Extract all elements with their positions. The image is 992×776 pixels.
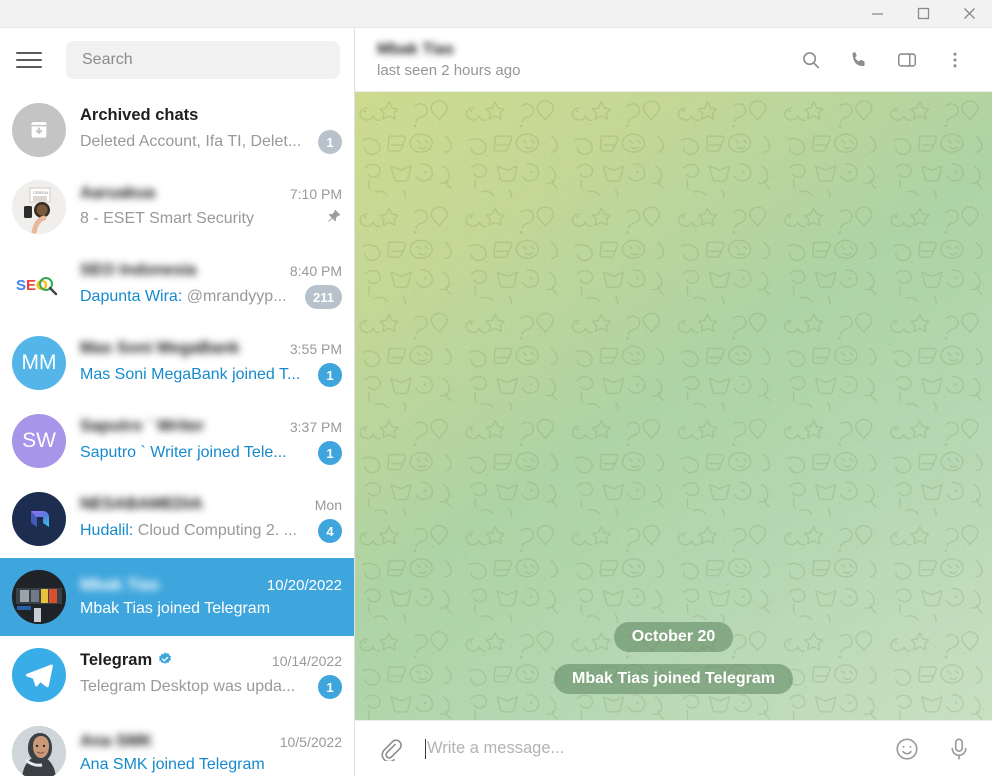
avatar — [12, 726, 66, 776]
search-placeholder: Search — [82, 51, 133, 68]
avatar: SW — [12, 414, 66, 468]
message-input-placeholder: Write a message... — [427, 739, 565, 757]
unread-badge: 1 — [318, 363, 342, 387]
unread-badge: 211 — [305, 285, 342, 309]
archived-unread-badge: 1 — [318, 130, 342, 154]
message-area: October 20 Mbak Tias joined Telegram — [355, 92, 992, 720]
unread-badge: 1 — [318, 441, 342, 465]
chat-name: Saputro ` Writer — [80, 417, 205, 435]
close-button[interactable] — [946, 0, 992, 27]
chat-row-content: Mas Soni MegaBank 3:55 PM Mas Soni MegaBan… — [80, 339, 342, 387]
svg-text:S: S — [16, 277, 26, 294]
date-divider: October 20 — [613, 622, 734, 652]
text-caret — [425, 738, 426, 759]
svg-text:E: E — [26, 277, 36, 294]
chat-timestamp: 7:10 PM — [289, 185, 342, 202]
chat-row-content: SEO Indonesia 8:40 PM Dapunta Wira: @mrand… — [80, 261, 342, 309]
avatar: CEREAL — [12, 180, 66, 234]
archived-preview: Deleted Account, Ifa TI, Delet... — [80, 133, 302, 150]
chat-preview: Ana SMK joined Telegram — [80, 756, 265, 773]
chat-timestamp: 8:40 PM — [289, 262, 342, 279]
pin-icon — [325, 208, 342, 230]
svg-text:CEREAL: CEREAL — [33, 190, 50, 195]
sidebar-toolbar: Search — [0, 28, 354, 92]
composer-actions — [892, 734, 974, 764]
chat-timestamp: 3:55 PM — [289, 340, 342, 357]
chat-list-item[interactable]: SW Saputro ` Writer 3:37 PM Saputro ` Write… — [0, 402, 354, 480]
chat-header-actions — [796, 45, 980, 75]
split-panel-icon[interactable] — [892, 45, 922, 75]
chat-pane: Mbak Tias last seen 2 hours ago October … — [355, 28, 992, 776]
verified-badge-icon — [159, 652, 172, 664]
avatar — [12, 570, 66, 624]
chat-list-item[interactable]: Ana SMK 10/5/2022 Ana SMK joined Telegram — [0, 714, 354, 776]
chat-header: Mbak Tias last seen 2 hours ago — [355, 28, 992, 92]
chat-status: last seen 2 hours ago — [377, 61, 521, 79]
main-body: Search Archived chats Deleted Account, I… — [0, 28, 992, 776]
minimize-button[interactable] — [854, 0, 900, 27]
chat-name: NESABAMEDIA — [80, 495, 203, 513]
chat-timestamp: 3:37 PM — [289, 418, 342, 435]
chat-name: Aaruakua — [80, 184, 156, 202]
chat-list-item[interactable]: CEREAL Aaruakua 7:10 PM 8 - ESET Smart Secu… — [0, 168, 354, 246]
smiley-icon[interactable] — [892, 734, 922, 764]
sidebar-item-archived-chats[interactable]: Archived chats Deleted Account, Ifa TI, … — [0, 92, 354, 168]
chat-row-content: NESABAMEDIA Mon Hudalil: Cloud Computing 2… — [80, 495, 342, 543]
telegram-desktop-window: Search Archived chats Deleted Account, I… — [0, 0, 992, 776]
chat-list[interactable]: Archived chats Deleted Account, Ifa TI, … — [0, 92, 354, 776]
chat-list-item[interactable]: S E O SEO Indonesia 8:40 PM Dapunta Wira: @mr… — [0, 246, 354, 324]
chat-preview: Mbak Tias joined Telegram — [80, 600, 271, 617]
microphone-icon[interactable] — [944, 734, 974, 764]
chat-preview: 8 - ESET Smart Security — [80, 210, 254, 227]
avatar — [12, 648, 66, 702]
chat-row-content: Telegram 10/14/2022 Telegram Desktop was u… — [80, 651, 342, 699]
chat-timestamp: Mon — [314, 496, 342, 513]
chat-name: Telegram — [80, 651, 173, 670]
chat-list-item[interactable]: NESABAMEDIA Mon Hudalil: Cloud Computing 2… — [0, 480, 354, 558]
chat-name: Mas Soni MegaBank — [80, 339, 240, 357]
chat-list-item[interactable]: MM Mas Soni MegaBank 3:55 PM Mas Soni MegaB… — [0, 324, 354, 402]
archived-title: Archived chats — [80, 106, 199, 124]
chat-row-content: Aaruakua 7:10 PM 8 - ESET Smart Security — [80, 184, 342, 230]
unread-badge: 1 — [318, 675, 342, 699]
window-titlebar — [0, 0, 992, 28]
archive-box-icon — [12, 103, 66, 157]
chat-timestamp: 10/20/2022 — [266, 577, 342, 594]
avatar: MM — [12, 336, 66, 390]
chat-row-content: Mbak Tias 10/20/2022 Mbak Tias joined Tele… — [80, 576, 342, 618]
search-input[interactable]: Search — [66, 41, 340, 79]
unread-badge: 4 — [318, 519, 342, 543]
chat-name: Mbak Tias — [80, 576, 160, 594]
chat-preview: Telegram Desktop was upda... — [80, 678, 296, 695]
chat-list-item[interactable]: Telegram 10/14/2022 Telegram Desktop was u… — [0, 636, 354, 714]
chat-preview: Hudalil: Cloud Computing 2. ... — [80, 522, 297, 539]
chat-title: Mbak Tias — [377, 40, 455, 58]
maximize-button[interactable] — [900, 0, 946, 27]
chat-timestamp: 10/14/2022 — [271, 652, 342, 669]
chat-header-text: Mbak Tias last seen 2 hours ago — [377, 41, 796, 79]
message-input[interactable]: Write a message... — [425, 738, 892, 759]
chat-name: Ana SMK — [80, 732, 153, 750]
service-message: Mbak Tias joined Telegram — [553, 664, 794, 694]
chat-preview: Mas Soni MegaBank joined T... — [80, 366, 301, 383]
chat-name: SEO Indonesia — [80, 261, 197, 279]
search-icon[interactable] — [796, 45, 826, 75]
chat-row-content: Saputro ` Writer 3:37 PM Saputro ` Writer … — [80, 417, 342, 465]
paperclip-icon[interactable] — [375, 734, 405, 764]
hamburger-menu-icon[interactable] — [16, 43, 50, 77]
pin-icon — [328, 209, 341, 222]
sidebar: Search Archived chats Deleted Account, I… — [0, 28, 355, 776]
more-vertical-icon[interactable] — [940, 45, 970, 75]
avatar: SEO — [12, 258, 66, 312]
chat-list-item[interactable]: Mbak Tias 10/20/2022 Mbak Tias joined Tele… — [0, 558, 354, 636]
chat-row-content: Ana SMK 10/5/2022 Ana SMK joined Telegram — [80, 732, 342, 774]
chat-rows-container: CEREAL Aaruakua 7:10 PM 8 - ESET Smart Secu… — [0, 168, 354, 776]
chat-preview: Dapunta Wira: @mrandyyp... — [80, 288, 287, 305]
chat-preview: Saputro ` Writer joined Tele... — [80, 444, 287, 461]
chat-timestamp: 10/5/2022 — [279, 733, 342, 750]
avatar — [12, 492, 66, 546]
message-composer: Write a message... — [355, 720, 992, 776]
phone-icon[interactable] — [844, 45, 874, 75]
archived-row-content: Archived chats Deleted Account, Ifa TI, … — [80, 106, 342, 154]
